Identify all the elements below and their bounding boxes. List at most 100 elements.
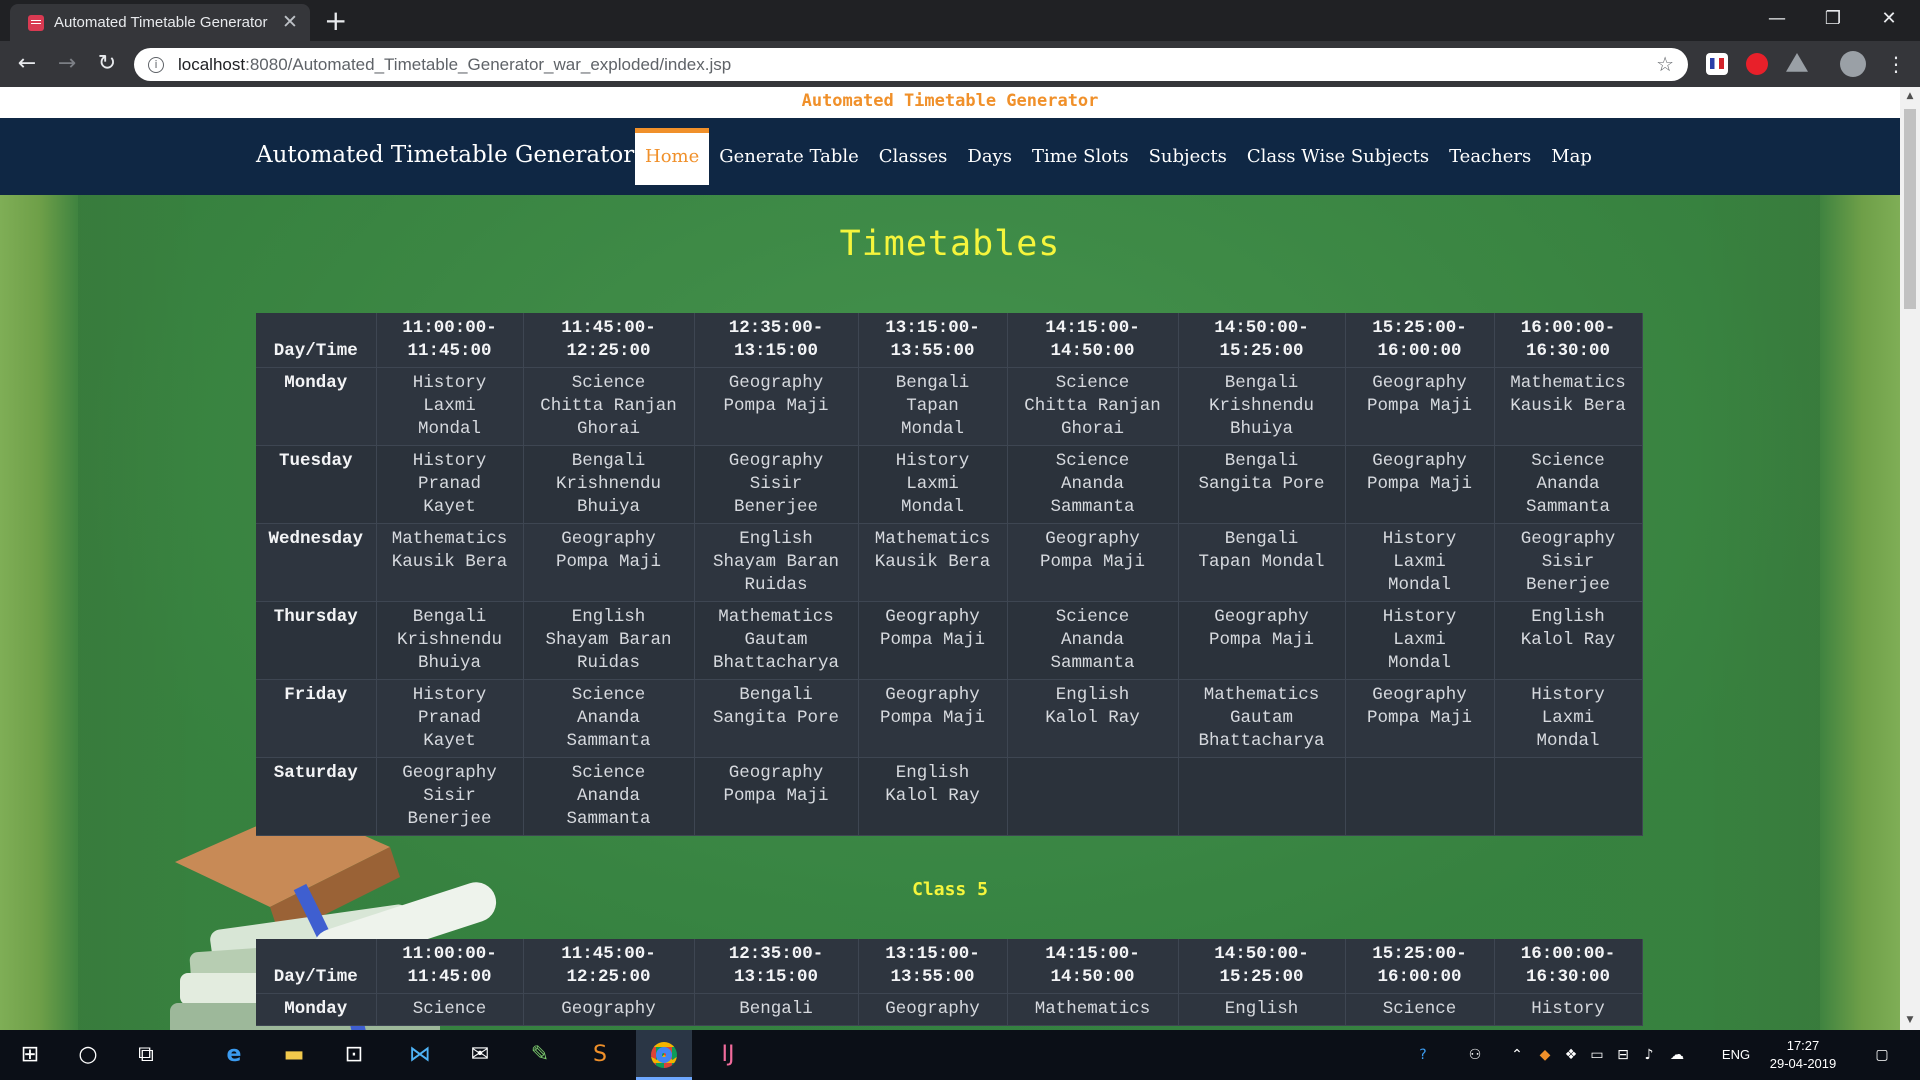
period-cell: History Laxmi Mondal — [858, 445, 1008, 524]
period-cell: Geography — [523, 993, 695, 1026]
help-icon[interactable]: ? — [1406, 1030, 1440, 1080]
period-cell — [1345, 757, 1495, 836]
nav-time-slots[interactable]: Time Slots — [1022, 128, 1139, 185]
header-time-slot: 14:50:00- 15:25:00 — [1178, 313, 1346, 368]
tray-app-icon[interactable]: ◆ — [1534, 1030, 1556, 1080]
period-cell: Mathematics — [1007, 993, 1179, 1026]
header-time-slot: 14:15:00- 14:50:00 — [1007, 939, 1179, 994]
minimize-button[interactable]: — — [1749, 0, 1805, 41]
header-time-slot: 15:25:00- 16:00:00 — [1345, 939, 1495, 994]
new-tab-button[interactable]: + — [324, 6, 347, 36]
search-icon[interactable]: ○ — [60, 1030, 116, 1080]
period-cell: Science — [376, 993, 524, 1026]
edge-browser-icon[interactable]: e — [206, 1030, 262, 1080]
nav-class-wise-subjects[interactable]: Class Wise Subjects — [1237, 128, 1439, 185]
reload-icon[interactable]: ↻ — [88, 41, 126, 87]
back-arrow-icon[interactable]: ← — [8, 41, 46, 87]
onedrive-icon[interactable]: ☁ — [1664, 1030, 1690, 1080]
visual-studio-icon[interactable]: ⋈ — [392, 1030, 448, 1080]
address-bar[interactable]: i localhost:8080/Automated_Timetable_Gen… — [134, 48, 1688, 81]
brand-title[interactable]: Automated Timetable Generator — [256, 142, 634, 168]
site-navbar: Automated Timetable Generator Home Gener… — [0, 118, 1900, 195]
forward-arrow-icon[interactable]: → — [48, 41, 86, 87]
maximize-button[interactable]: ❐ — [1805, 0, 1861, 41]
period-cell: Science Ananda Sammanta — [1494, 445, 1643, 524]
browser-toolbar: ← → ↻ i localhost:8080/Automated_Timetab… — [0, 41, 1920, 87]
period-cell: Geography Pompa Maji — [858, 601, 1008, 680]
extension-flag-icon[interactable] — [1706, 53, 1728, 75]
period-cell: Science Ananda Sammanta — [523, 679, 695, 758]
intellij-icon[interactable]: IJ — [700, 1030, 756, 1080]
nav-home[interactable]: Home — [635, 128, 710, 185]
site-info-icon[interactable]: i — [148, 56, 164, 73]
period-cell: Science — [1345, 993, 1495, 1026]
table-row: Monday History Laxmi Mondal Science Chitta… — [256, 367, 1643, 446]
header-time-slot: 13:15:00- 13:55:00 — [858, 939, 1008, 994]
tab-close-icon[interactable]: ✕ — [280, 11, 300, 34]
dropbox-icon[interactable]: ❖ — [1560, 1030, 1582, 1080]
period-cell: Bengali Tapan Mondal — [858, 367, 1008, 446]
menu-dots-icon[interactable]: ⋮ — [1878, 41, 1914, 87]
nav-classes[interactable]: Classes — [869, 128, 958, 185]
profile-avatar-icon[interactable] — [1840, 51, 1866, 77]
sublime-text-icon[interactable]: S — [572, 1030, 628, 1080]
bookmark-star-icon[interactable]: ☆ — [1656, 52, 1674, 77]
network-icon[interactable]: ⊟ — [1612, 1030, 1634, 1080]
tray-expand-icon[interactable]: ⌃ — [1506, 1030, 1528, 1080]
period-cell: History Laxmi Mondal — [376, 367, 524, 446]
period-cell: Science Ananda Sammanta — [1007, 601, 1179, 680]
page-viewport: Automated Timetable Generator Automated … — [0, 87, 1900, 1030]
table-row: Friday History Pranad Kayet Science Ananda… — [256, 679, 1643, 758]
period-cell: Geography Sisir Benerjee — [1494, 523, 1643, 602]
period-cell: Bengali Krishnendu Bhuiya — [523, 445, 695, 524]
nav-generate-table[interactable]: Generate Table — [709, 128, 869, 185]
file-explorer-icon[interactable]: ▬ — [266, 1030, 322, 1080]
scroll-down-icon[interactable]: ▼ — [1900, 1015, 1920, 1025]
table-row: Monday Science Geography Bengali Geography Ma… — [256, 993, 1643, 1026]
period-cell: Bengali Sangita Pore — [1178, 445, 1346, 524]
header-day-time: Day/Time — [256, 313, 377, 368]
chrome-icon[interactable] — [636, 1030, 692, 1080]
scroll-up-icon[interactable]: ▲ — [1900, 91, 1920, 101]
clock-time: 17:27 — [1786, 1038, 1820, 1053]
period-cell: English — [1178, 993, 1346, 1026]
window-close-button[interactable]: ✕ — [1861, 0, 1917, 41]
system-clock[interactable]: 17:27 29-04-2019 — [1755, 1037, 1851, 1073]
extension-adblock-icon[interactable] — [1746, 53, 1768, 75]
nav-links: Home Generate Table Classes Days Time Sl… — [635, 128, 1602, 185]
period-cell: Geography Pompa Maji — [1345, 679, 1495, 758]
period-cell: History Laxmi Mondal — [1494, 679, 1643, 758]
language-indicator[interactable]: ENG — [1716, 1030, 1756, 1080]
people-icon[interactable]: ⚇ — [1458, 1030, 1492, 1080]
top-banner: Automated Timetable Generator — [0, 87, 1900, 118]
table-header-row: Day/Time 11:00:00- 11:45:00 11:45:00- 12:2… — [256, 939, 1643, 994]
period-cell: Science Chitta Ranjan Ghorai — [1007, 367, 1179, 446]
nav-map[interactable]: Map — [1541, 128, 1602, 185]
nav-teachers[interactable]: Teachers — [1439, 128, 1541, 185]
header-time-slot: 15:25:00- 16:00:00 — [1345, 313, 1495, 368]
period-cell: Geography Pompa Maji — [1345, 367, 1495, 446]
period-cell: English Shayam Baran Ruidas — [523, 601, 695, 680]
volume-icon[interactable]: ♪ — [1638, 1030, 1660, 1080]
period-cell: English Kalol Ray — [858, 757, 1008, 836]
period-cell: Geography Sisir Benerjee — [694, 445, 859, 524]
mail-icon[interactable]: ✉ — [452, 1030, 508, 1080]
scrollbar-thumb[interactable] — [1904, 109, 1916, 309]
battery-icon[interactable]: ▭ — [1586, 1030, 1608, 1080]
header-time-slot: 12:35:00- 13:15:00 — [694, 939, 859, 994]
url-host: localhost — [178, 54, 246, 74]
page-scrollbar[interactable]: ▲ ▼ — [1900, 87, 1920, 1030]
nav-days[interactable]: Days — [957, 128, 1022, 185]
period-cell: Geography Pompa Maji — [694, 757, 859, 836]
browser-tab-strip: Automated Timetable Generator ✕ + — ❐ ✕ — [0, 0, 1920, 41]
notifications-icon[interactable]: ▢ — [1862, 1030, 1902, 1080]
store-icon[interactable]: ⊡ — [326, 1030, 382, 1080]
task-view-icon[interactable]: ⧉ — [118, 1030, 174, 1080]
class-label: Class 5 — [912, 879, 988, 900]
table-row: Thursday Bengali Krishnendu Bhuiya English… — [256, 601, 1643, 680]
extension-drive-icon[interactable] — [1786, 53, 1808, 72]
browser-tab[interactable]: Automated Timetable Generator ✕ — [10, 4, 310, 41]
windows-start-icon[interactable]: ⊞ — [2, 1030, 58, 1080]
notepad-plus-icon[interactable]: ✎ — [512, 1030, 568, 1080]
nav-subjects[interactable]: Subjects — [1139, 128, 1237, 185]
